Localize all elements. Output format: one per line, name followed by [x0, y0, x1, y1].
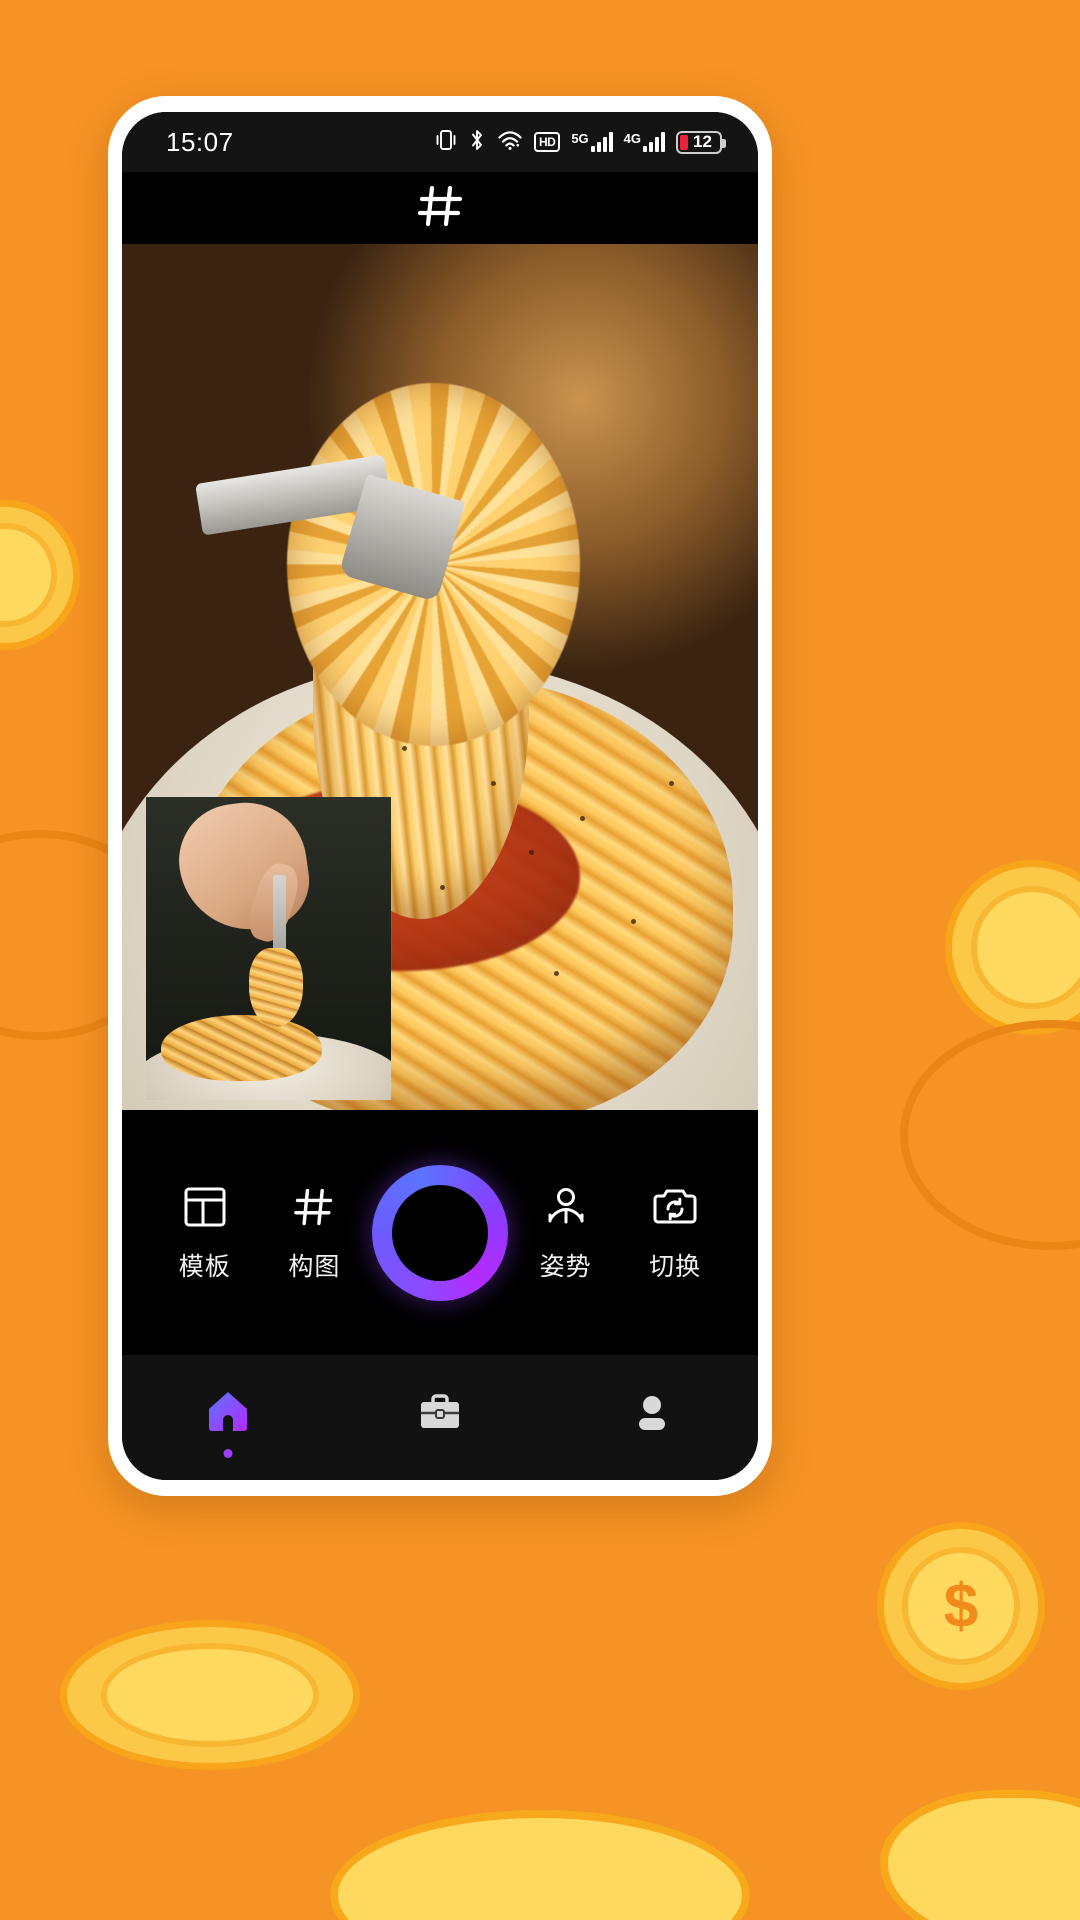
nav-item-toolbox[interactable] — [380, 1355, 500, 1474]
control-switch-camera[interactable]: 切换 — [623, 1183, 727, 1283]
decor-swirl-right — [900, 1020, 1080, 1250]
nav-active-indicator — [223, 1449, 233, 1458]
status-icons: HD 5G 4G 12 — [435, 128, 726, 157]
control-pose[interactable]: 姿势 — [514, 1183, 618, 1283]
nav-item-home[interactable] — [168, 1355, 288, 1474]
control-switch-label: 切换 — [649, 1251, 702, 1281]
decor-coin-stack-bottom — [60, 1620, 360, 1770]
nav-item-profile[interactable] — [592, 1355, 712, 1474]
person-icon — [626, 1386, 678, 1443]
wifi-icon — [497, 128, 523, 157]
control-template[interactable]: 模板 — [153, 1183, 257, 1283]
signal-5g-icon: 5G — [571, 131, 613, 152]
pose-person-icon — [543, 1183, 589, 1231]
status-time: 15:07 — [166, 126, 234, 157]
battery-level: 12 — [693, 132, 712, 151]
bottom-nav-bar — [122, 1355, 758, 1480]
signal-5g-label: 5G — [571, 131, 589, 146]
pose-reference-thumbnail[interactable] — [146, 796, 392, 1100]
grid-composition-icon[interactable] — [412, 178, 468, 239]
decor-coin-dollar: $ — [877, 1522, 1045, 1690]
decor-blob-bottom — [330, 1810, 750, 1920]
battery-icon: 12 — [676, 130, 726, 154]
status-bar: 15:07 HD 5G 4G 12 — [122, 112, 758, 172]
signal-4g-label: 4G — [623, 131, 641, 146]
hd-icon: HD — [533, 132, 561, 152]
app-top-bar — [122, 172, 758, 244]
decor-coin-right — [945, 860, 1080, 1035]
home-icon — [201, 1385, 255, 1444]
control-template-label: 模板 — [178, 1251, 231, 1281]
camera-viewfinder[interactable] — [122, 244, 758, 1110]
camera-controls-bar: 模板 构图 姿势 切换 — [122, 1110, 758, 1355]
control-composition-label: 构图 — [288, 1251, 341, 1281]
camera-flip-icon — [651, 1183, 699, 1231]
phone-screen: 15:07 HD 5G 4G 12 模板 构图 姿势 切换 — [122, 112, 758, 1480]
decor-blob-bottom-right — [880, 1790, 1080, 1920]
control-pose-label: 姿势 — [539, 1251, 592, 1281]
coin-dollar-sign: $ — [943, 1571, 979, 1641]
bluetooth-icon — [468, 128, 486, 157]
shutter-button[interactable] — [371, 1164, 508, 1301]
signal-4g-icon: 4G — [624, 132, 665, 152]
phone-frame: 15:07 HD 5G 4G 12 模板 构图 姿势 切换 — [108, 96, 772, 1496]
grid-composition-icon — [291, 1183, 337, 1231]
briefcase-icon — [414, 1386, 466, 1443]
promo-background: $ 15:07 HD 5G 4G 12 模板 构图 姿势 切换 — [0, 0, 1080, 1920]
template-layout-icon — [182, 1183, 228, 1231]
control-composition[interactable]: 构图 — [262, 1183, 366, 1283]
vibrate-icon — [435, 128, 457, 157]
decor-coin-left — [0, 500, 80, 650]
